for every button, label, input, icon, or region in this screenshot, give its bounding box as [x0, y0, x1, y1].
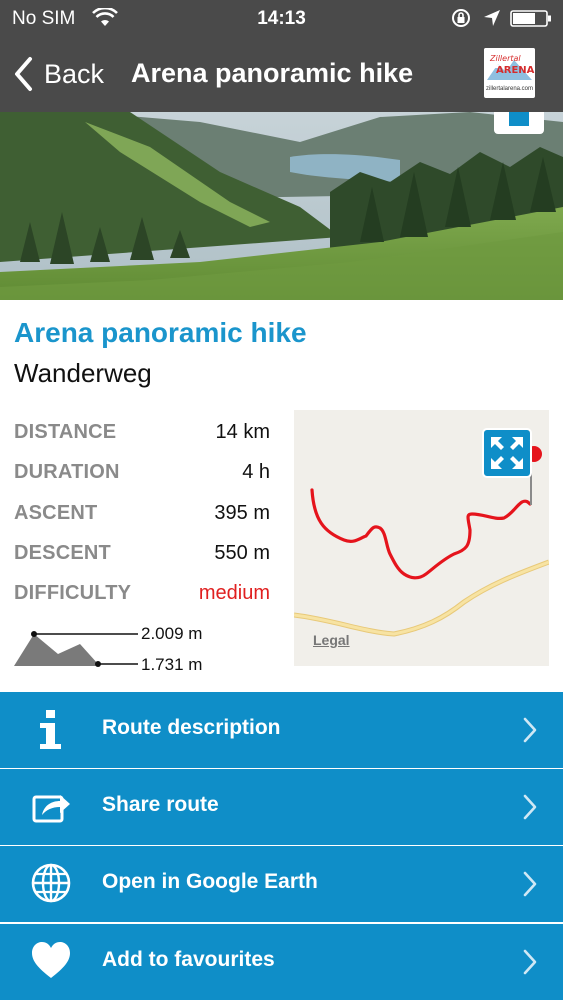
svg-text:Zillertal: Zillertal: [489, 54, 521, 63]
stat-label: DISTANCE: [14, 421, 117, 443]
elevation-min: 1.731 m: [141, 655, 203, 674]
chevron-right-icon: [523, 871, 537, 897]
chevron-right-icon: [523, 717, 537, 743]
share-route-button[interactable]: Share route: [0, 769, 563, 845]
stat-value: 4 h: [242, 461, 270, 483]
route-map[interactable]: Legal: [294, 410, 549, 666]
heart-icon: [32, 942, 70, 978]
stat-label: ASCENT: [14, 502, 98, 524]
nav-title: Arena panoramic hike: [131, 58, 414, 88]
stat-row-duration: DURATION 4 h: [14, 457, 270, 487]
brand-logo: Zillertal ARENA zillertalarena.com: [484, 48, 535, 98]
action-label: Open in Google Earth: [102, 870, 318, 893]
action-label: Route description: [102, 716, 281, 739]
hero-image: [0, 112, 563, 300]
action-label: Share route: [102, 793, 219, 816]
stat-row-distance: DISTANCE 14 km: [14, 417, 270, 447]
brand-logo-mark: Zillertal ARENA: [484, 48, 535, 86]
stat-value: 14 km: [215, 421, 270, 443]
chevron-right-icon: [523, 949, 537, 975]
share-icon: [32, 795, 70, 823]
stat-row-ascent: ASCENT 395 m: [14, 498, 270, 528]
open-google-earth-button[interactable]: Open in Google Earth: [0, 846, 563, 922]
route-title: Arena panoramic hike: [14, 317, 307, 348]
action-label: Add to favourites: [102, 948, 275, 971]
orientation-lock-icon: [452, 9, 470, 27]
add-to-favourites-button[interactable]: Add to favourites: [0, 924, 563, 1000]
status-bar: No SIM 14:13: [0, 0, 563, 36]
elevation-profile: 2.009 m 1.731 m: [14, 620, 234, 680]
back-button[interactable]: Back: [12, 54, 104, 94]
route-description-button[interactable]: Route description: [0, 692, 563, 768]
gallery-icon: [509, 112, 529, 126]
back-label: Back: [44, 58, 105, 89]
info-icon: [40, 710, 61, 749]
chevron-right-icon: [523, 794, 537, 820]
stat-label: DESCENT: [14, 542, 111, 564]
svg-text:ARENA: ARENA: [496, 65, 535, 76]
globe-icon: [31, 863, 71, 903]
map-legal-link[interactable]: Legal: [313, 632, 350, 648]
stat-row-difficulty: DIFFICULTY medium: [14, 578, 270, 608]
elevation-max: 2.009 m: [141, 624, 203, 643]
gallery-button[interactable]: [494, 112, 544, 134]
difficulty-value: medium: [198, 582, 270, 604]
stat-value: 550 m: [214, 542, 270, 564]
status-time: 14:13: [257, 8, 306, 29]
nav-bar: Back Arena panoramic hike Zillertal AREN…: [0, 36, 563, 112]
hero-landscape: [0, 112, 563, 300]
battery-icon: [510, 10, 551, 27]
stat-label: DIFFICULTY: [14, 582, 132, 604]
stat-label: DURATION: [14, 461, 120, 483]
route-type: Wanderweg: [14, 358, 152, 388]
location-arrow-icon: [484, 10, 500, 26]
back-chevron-icon: [15, 57, 32, 91]
stat-value: 395 m: [214, 502, 270, 524]
expand-map-button[interactable]: [482, 428, 532, 478]
logo-url-text: zillertalarena.com: [485, 86, 534, 92]
stat-row-descent: DESCENT 550 m: [14, 538, 270, 568]
